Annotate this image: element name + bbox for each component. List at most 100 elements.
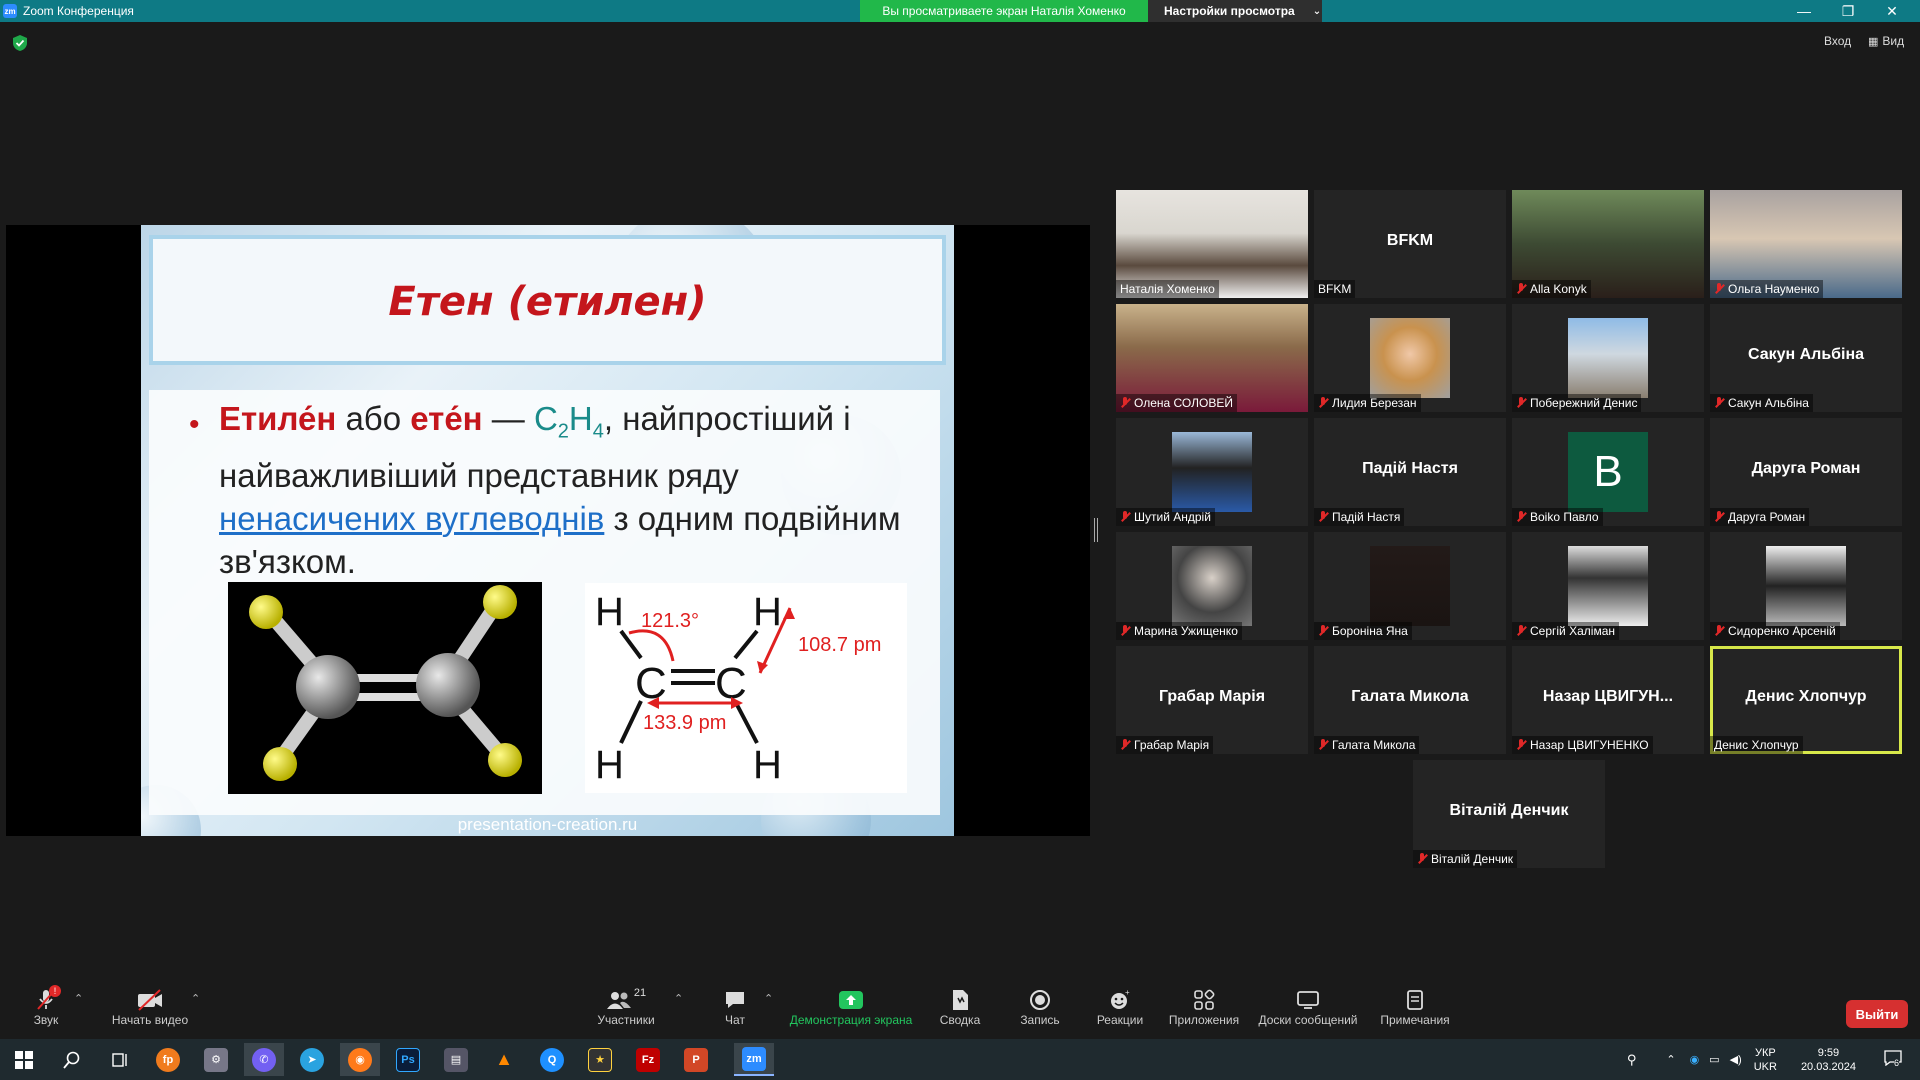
firefox-icon[interactable]: ◉ xyxy=(340,1043,380,1076)
whiteboard-icon xyxy=(1296,987,1320,1013)
browser-q-icon[interactable]: Q xyxy=(532,1043,572,1076)
viber-icon[interactable]: ✆ xyxy=(244,1043,284,1076)
video-options-caret[interactable]: ⌃ xyxy=(191,992,200,1005)
task-view-icon[interactable] xyxy=(100,1043,140,1076)
notes-button[interactable]: Примечания xyxy=(1378,978,1452,1036)
participant-tile[interactable]: Лидия Березан xyxy=(1314,304,1506,412)
participant-name: Ольга Науменко xyxy=(1728,282,1820,296)
clock-date: 20.03.2024 xyxy=(1800,1060,1856,1073)
participant-tile[interactable]: Грабар Марія Грабар Марія xyxy=(1116,646,1308,754)
leave-meeting-button[interactable]: Выйти xyxy=(1846,1000,1908,1028)
notification-count: 6 xyxy=(1894,1058,1900,1068)
participant-name: Галата Микола xyxy=(1332,738,1416,752)
participant-name: Бороніна Яна xyxy=(1332,624,1408,638)
participant-tile[interactable]: BFKM BFKM xyxy=(1314,190,1506,298)
enter-button[interactable]: Вход xyxy=(1824,34,1851,48)
reactions-button[interactable]: + Реакции xyxy=(1094,978,1146,1036)
view-button[interactable]: ▦ Вид xyxy=(1868,34,1904,48)
participant-name-label: Лидия Березан xyxy=(1314,394,1421,412)
powerpoint-icon[interactable]: P xyxy=(676,1043,716,1076)
language-indicator[interactable]: УКР UKR xyxy=(1754,1046,1777,1074)
view-settings-label: Настройки просмотра xyxy=(1164,4,1295,18)
photoshop-icon[interactable]: Ps xyxy=(388,1043,428,1076)
participant-tile[interactable]: Марина Ужищенко xyxy=(1116,532,1308,640)
muted-mic-icon xyxy=(1516,739,1526,751)
term-ethene: ете́н xyxy=(410,400,483,437)
audio-button[interactable]: ! Звук xyxy=(28,978,64,1036)
taskbar-app-icon[interactable]: fp xyxy=(148,1043,188,1076)
muted-mic-icon xyxy=(1714,511,1724,523)
participant-tile[interactable]: Віталій Денчик Віталій Денчик xyxy=(1413,760,1605,868)
start-video-button[interactable]: Начать видео xyxy=(108,978,192,1036)
view-settings-button[interactable]: Настройки просмотра ⌄ xyxy=(1148,0,1322,22)
muted-mic-icon xyxy=(1120,397,1130,409)
chat-options-caret[interactable]: ⌃ xyxy=(764,992,773,1005)
filezilla-icon[interactable]: Fz xyxy=(628,1043,668,1076)
participant-tile[interactable]: Олена СОЛОВЕЙ xyxy=(1116,304,1308,412)
unsaturated-hydrocarbons-link[interactable]: ненасичених вуглеводнів xyxy=(219,500,604,537)
share-screen-button[interactable]: Демонстрация экрана xyxy=(788,978,914,1036)
formula-c: C xyxy=(533,400,558,437)
chevron-down-icon: ⌄ xyxy=(1312,5,1322,17)
zoom-taskbar-icon[interactable]: zm xyxy=(734,1043,774,1076)
atom-h-bl: H xyxy=(595,743,624,787)
video-off-icon xyxy=(136,987,164,1013)
muted-mic-icon xyxy=(1714,625,1724,637)
taskbar-app-icon[interactable]: ⚙ xyxy=(196,1043,236,1076)
muted-mic-icon xyxy=(1516,625,1526,637)
participant-tile[interactable]: Наталія Хоменко xyxy=(1116,190,1308,298)
participant-tile[interactable]: Даруга Роман Даруга Роман xyxy=(1710,418,1902,526)
taskbar-app-icon[interactable]: ★ xyxy=(580,1043,620,1076)
minimize-button[interactable]: — xyxy=(1782,0,1826,22)
network-icon[interactable]: ▭ xyxy=(1709,1053,1719,1066)
participant-tile[interactable]: Шутий Андрій xyxy=(1116,418,1308,526)
notification-center-icon[interactable]: 6 xyxy=(1884,1050,1908,1069)
apps-icon xyxy=(1193,987,1215,1013)
participant-tile[interactable]: Сидоренко Арсеній xyxy=(1710,532,1902,640)
audio-options-caret[interactable]: ⌃ xyxy=(74,992,83,1005)
participant-tile[interactable]: Галата Микола Галата Микола xyxy=(1314,646,1506,754)
angle-label: 121.3° xyxy=(641,610,699,632)
muted-mic-icon xyxy=(1120,511,1130,523)
telegram-icon[interactable]: ➤ xyxy=(292,1043,332,1076)
record-label: Запись xyxy=(1020,1013,1060,1027)
tray-expand-icon[interactable]: ⌃ xyxy=(1666,1053,1675,1066)
participant-tile[interactable]: B Boiko Павло xyxy=(1512,418,1704,526)
reactions-label: Реакции xyxy=(1096,1013,1144,1027)
participant-tile[interactable]: Alla Konyk xyxy=(1512,190,1704,298)
whiteboards-button[interactable]: Доски сообщений xyxy=(1256,978,1360,1036)
participant-tile[interactable]: Падій Настя Падій Настя xyxy=(1314,418,1506,526)
close-button[interactable]: ✕ xyxy=(1870,0,1914,22)
participant-tile[interactable]: Ольга Науменко xyxy=(1710,190,1902,298)
restore-button[interactable]: ❐ xyxy=(1826,0,1870,22)
search-icon[interactable] xyxy=(52,1043,92,1076)
tray-app-icon[interactable]: ◉ xyxy=(1690,1053,1700,1066)
participant-display-name: Даруга Роман xyxy=(1751,460,1861,477)
language-bottom: UKR xyxy=(1753,1060,1777,1073)
people-icon[interactable]: ⚲ xyxy=(1627,1052,1637,1068)
participant-name: Лидия Березан xyxy=(1332,396,1417,410)
participant-tile[interactable]: Побережний Денис xyxy=(1512,304,1704,412)
participant-tile[interactable]: Назар ЦВИГУН... Назар ЦВИГУНЕНКО xyxy=(1512,646,1704,754)
summary-button[interactable]: Сводка xyxy=(938,978,982,1036)
file-explorer-icon[interactable]: ▤ xyxy=(436,1043,476,1076)
bullet-dot: • xyxy=(189,408,200,441)
vlc-icon[interactable]: ▲ xyxy=(484,1043,524,1076)
apps-button[interactable]: Приложения xyxy=(1166,978,1242,1036)
clock[interactable]: 9:59 20.03.2024 xyxy=(1801,1046,1856,1074)
record-button[interactable]: Запись xyxy=(1018,978,1062,1036)
chat-button[interactable]: Чат xyxy=(720,978,750,1036)
volume-icon[interactable]: ◀) xyxy=(1730,1053,1742,1066)
windows-start-icon[interactable] xyxy=(4,1043,44,1076)
atom-h-tr: H xyxy=(753,590,782,634)
participant-tile[interactable]: Сакун Альбіна Сакун Альбіна xyxy=(1710,304,1902,412)
participant-name-label: Бороніна Яна xyxy=(1314,622,1412,640)
participant-tile[interactable]: Бороніна Яна xyxy=(1314,532,1506,640)
participants-button[interactable]: 21 Участники xyxy=(594,978,658,1036)
participant-tile[interactable]: Денис Хлопчур Денис Хлопчур xyxy=(1710,646,1902,754)
encryption-shield-icon[interactable] xyxy=(12,34,28,52)
participants-options-caret[interactable]: ⌃ xyxy=(674,992,683,1005)
panel-splitter-handle[interactable] xyxy=(1094,518,1098,542)
formula-h: H xyxy=(568,400,593,437)
participant-tile[interactable]: Сергій Халіман xyxy=(1512,532,1704,640)
